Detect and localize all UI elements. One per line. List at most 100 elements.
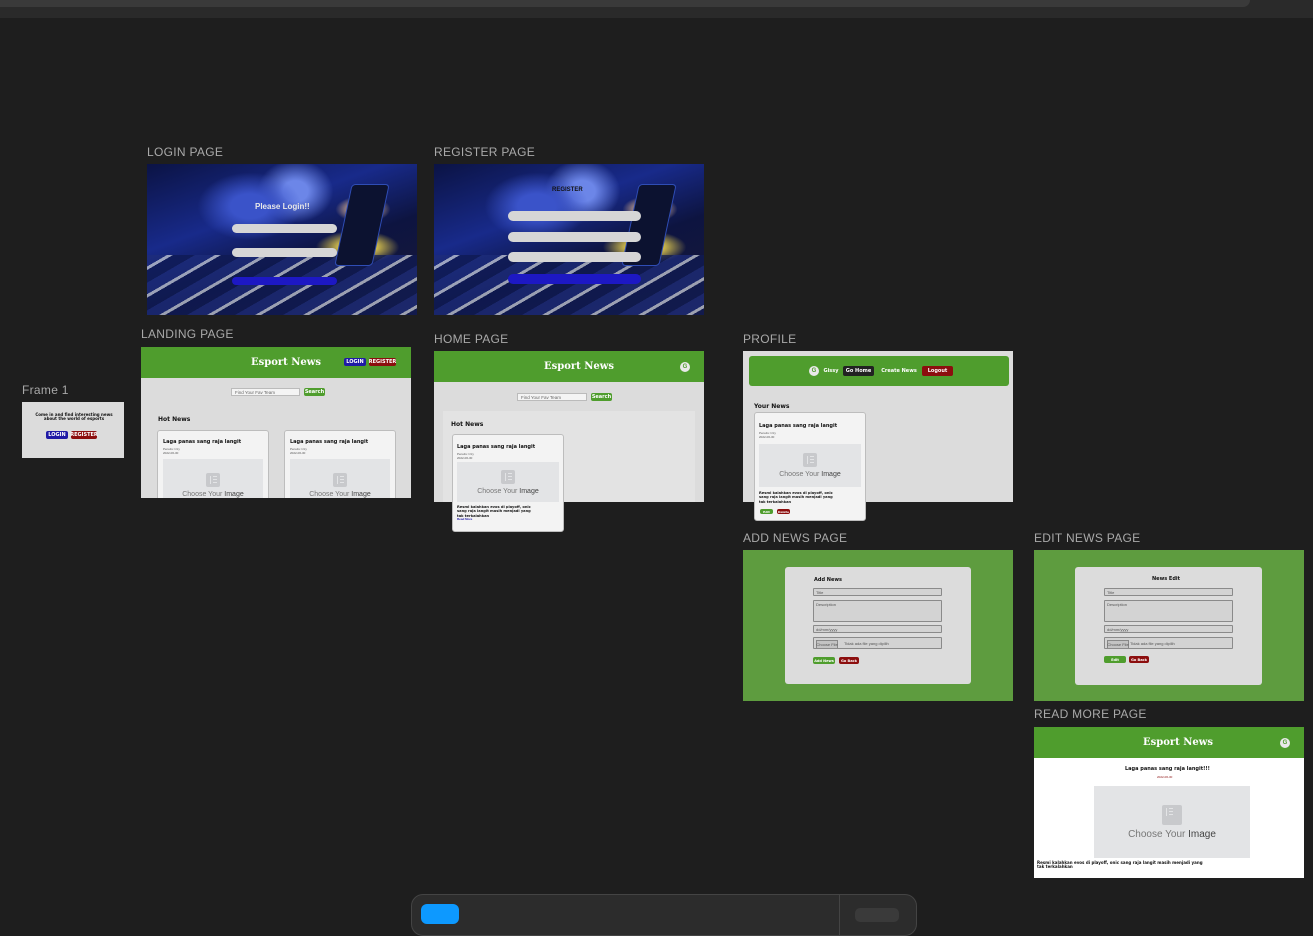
landing-brand: Esport News	[251, 357, 322, 368]
frame-label-profile[interactable]: PROFILE	[743, 332, 796, 346]
title-input[interactable]: Title	[1104, 588, 1233, 596]
image-icon	[206, 472, 220, 487]
profile-section-title: Your News	[754, 403, 790, 410]
frame-label-read-more[interactable]: READ MORE PAGE	[1034, 707, 1147, 721]
frame-login-page[interactable]: Please Login!!	[147, 164, 417, 315]
home-search-button[interactable]: Search	[591, 393, 612, 401]
register-field-1[interactable]	[508, 211, 641, 221]
landing-section-title: Hot News	[158, 416, 191, 423]
go-home-button[interactable]: Go Home	[843, 366, 874, 376]
news-card-date: 2022-06-30	[759, 435, 775, 439]
toolbar-toggle[interactable]	[855, 908, 899, 922]
edit-news-title: News Edit	[1152, 576, 1181, 582]
image-icon	[501, 469, 515, 484]
news-card[interactable]: Laga panas sang raja langit Penulis: Izz…	[452, 434, 564, 532]
news-card-date: 2022-06-30	[163, 451, 179, 455]
logout-button[interactable]: Logout	[922, 366, 953, 376]
landing-search-button[interactable]: Search	[304, 388, 325, 396]
news-card-description: Resmi kalahkan evos di playoff, onic san…	[759, 491, 833, 504]
add-news-back-button[interactable]: Go Back	[839, 657, 859, 664]
landing-register-button[interactable]: REGISTER	[369, 358, 396, 366]
delete-news-button[interactable]: Delete	[777, 509, 790, 514]
frame-label-login[interactable]: LOGIN PAGE	[147, 145, 223, 159]
frame-label-add-news[interactable]: ADD NEWS PAGE	[743, 531, 847, 545]
login-title: Please Login!!	[255, 202, 310, 211]
news-card[interactable]: Laga panas sang raja langit Penulis: Izz…	[284, 430, 396, 498]
title-input[interactable]: Title	[813, 588, 942, 596]
login-submit-button[interactable]	[232, 277, 337, 285]
hero-background-stripes	[434, 254, 704, 315]
frame-frame1[interactable]: Come in and find interesting news about …	[22, 402, 124, 458]
news-card-image: Choose Your Image	[759, 444, 861, 487]
home-brand: Esport News	[544, 361, 615, 372]
bottom-toolbar	[411, 894, 917, 936]
choose-file-button[interactable]: Choose File	[1107, 640, 1129, 648]
image-icon	[333, 472, 347, 487]
file-input[interactable]: Choose File Tidak ada file yang dipilih	[813, 637, 942, 649]
news-card-image: Choose Your Image	[457, 462, 559, 502]
description-input[interactable]: Description	[1104, 600, 1233, 622]
no-file-label: Tidak ada file yang dipilih	[844, 641, 889, 646]
news-card-title: Laga panas sang raja langit	[759, 423, 838, 429]
frame-edit-news-page[interactable]: News Edit Title Description dd/mm/yyyy C…	[1034, 550, 1304, 701]
home-search-input[interactable]: Find Your Fav Team	[517, 393, 587, 401]
top-toolbar-edge	[0, 0, 1250, 7]
top-toolbar	[0, 0, 1313, 18]
frame-label-home[interactable]: HOME PAGE	[434, 332, 509, 346]
news-card[interactable]: Laga panas sang raja langit Penulis: Izz…	[157, 430, 269, 498]
article-title: Laga panas sang raja langit!!!	[1125, 766, 1210, 772]
landing-login-button[interactable]: LOGIN	[344, 358, 366, 366]
profile-navbar	[749, 356, 1009, 386]
file-input[interactable]: Choose File Tidak ada file yang dipilih	[1104, 637, 1233, 649]
add-news-form: Add News Title Description dd/mm/yyyy Ch…	[785, 567, 971, 684]
read-more-avatar[interactable]: G	[1280, 738, 1290, 748]
register-field-3[interactable]	[508, 252, 641, 262]
article-date: 2022-06-30	[1157, 775, 1173, 779]
login-username-field[interactable]	[232, 224, 337, 233]
toolbar-divider	[839, 895, 840, 935]
image-icon	[1162, 804, 1182, 825]
read-more-link[interactable]: Read More	[457, 517, 472, 521]
edit-news-submit-button[interactable]: Edit	[1104, 656, 1126, 663]
frame-label-landing[interactable]: LANDING PAGE	[141, 327, 234, 341]
frame-label-edit-news[interactable]: EDIT NEWS PAGE	[1034, 531, 1140, 545]
frame-label-frame1[interactable]: Frame 1	[22, 383, 69, 397]
no-file-label: Tidak ada file yang dipilih	[1130, 641, 1175, 646]
frame1-login-button[interactable]: LOGIN	[46, 431, 68, 439]
description-input[interactable]: Description	[813, 600, 942, 622]
frame-add-news-page[interactable]: Add News Title Description dd/mm/yyyy Ch…	[743, 550, 1013, 701]
article-image: Choose Your Image	[1094, 786, 1250, 858]
register-field-2[interactable]	[508, 232, 641, 242]
register-submit-button[interactable]	[508, 274, 641, 284]
create-news-button[interactable]: Create News	[880, 366, 918, 376]
article-description: Resmi kalahkan evos di playoff, onic san…	[1037, 860, 1203, 870]
frame-read-more-page[interactable]: Esport News G Laga panas sang raja langi…	[1034, 727, 1304, 878]
frame1-heading: Come in and find interesting news about …	[35, 412, 113, 422]
register-title: REGISTER	[552, 187, 583, 193]
choose-file-button[interactable]: Choose File	[816, 640, 838, 648]
news-card-image: Choose Your Image	[163, 459, 263, 498]
add-news-title: Add News	[814, 577, 842, 583]
profile-username: Gissy	[823, 368, 839, 374]
date-input[interactable]: dd/mm/yyyy	[1104, 625, 1233, 633]
move-tool-button[interactable]	[421, 904, 459, 924]
frame1-register-button[interactable]: REGISTER	[70, 431, 98, 439]
landing-search-input[interactable]: Find Your Fav Team	[231, 388, 300, 396]
your-news-card[interactable]: Laga panas sang raja langit Penulis: Izz…	[754, 412, 866, 521]
date-input[interactable]: dd/mm/yyyy	[813, 625, 942, 633]
read-more-brand: Esport News	[1143, 737, 1214, 748]
frame-register-page[interactable]: REGISTER	[434, 164, 704, 315]
news-card-date: 2022-06-30	[457, 456, 473, 460]
edit-news-form: News Edit Title Description dd/mm/yyyy C…	[1075, 567, 1262, 685]
login-password-field[interactable]	[232, 248, 337, 257]
image-icon	[803, 453, 817, 467]
add-news-submit-button[interactable]: Add News	[813, 657, 835, 664]
home-avatar[interactable]: G	[680, 362, 690, 372]
frame-label-register[interactable]: REGISTER PAGE	[434, 145, 535, 159]
edit-news-button[interactable]: Edit	[760, 509, 773, 514]
news-card-image: Choose Your Image	[290, 459, 390, 498]
profile-avatar[interactable]: G	[809, 366, 819, 376]
edit-news-back-button[interactable]: Go Back	[1129, 656, 1149, 663]
frame-landing-page[interactable]: Esport News LOGIN REGISTER Find Your Fav…	[141, 347, 411, 498]
news-card-title: Laga panas sang raja langit	[290, 439, 369, 445]
